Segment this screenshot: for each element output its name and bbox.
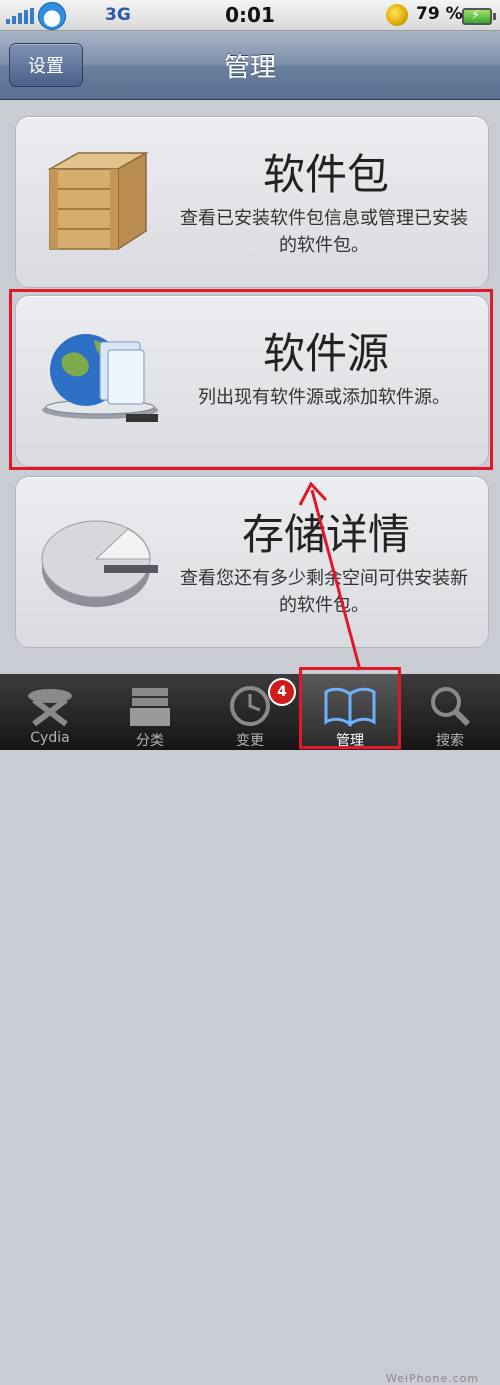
tab-label: 变更: [236, 733, 264, 749]
update-count-badge: 4: [268, 678, 296, 706]
sections-icon: [130, 688, 170, 726]
pie-chart-icon: [41, 520, 158, 607]
tab-search[interactable]: 搜索: [400, 674, 500, 750]
watermark: WeiPhone.com: [386, 1372, 480, 1385]
tab-cydia[interactable]: Cydia: [0, 674, 100, 750]
page-title: 管理: [223, 53, 276, 83]
card-title: 存储详情: [241, 510, 410, 559]
tab-label: 管理: [336, 733, 364, 749]
cydia-icon: [28, 689, 72, 727]
packages-card[interactable]: 软件包 查看已安装软件包信息或管理已安装的软件包。: [15, 116, 489, 288]
battery-icon: ⚡: [462, 8, 496, 25]
battery-percent: 79 %: [416, 4, 463, 24]
tab-label: 分类: [136, 733, 164, 749]
globe-folder-icon: [42, 334, 158, 422]
navigation-bar: 设置 管理: [0, 31, 500, 100]
tab-label: Cydia: [30, 730, 70, 746]
tab-manage[interactable]: 管理: [300, 674, 400, 750]
tab-bar: Cydia 分类 4 变更 管理 搜索 WeiPhone.com: [0, 674, 500, 1385]
wooden-box-icon: [47, 151, 149, 251]
book-icon: [324, 687, 376, 727]
search-icon: [431, 687, 471, 727]
card-description: 查看您还有多少剩余空间可供安装新的软件包。: [180, 568, 468, 616]
card-title: 软件源: [262, 329, 389, 378]
status-bar: 3G 0:01 79 % ⚡: [0, 0, 500, 31]
tab-label: 搜索: [436, 733, 464, 749]
tab-sections[interactable]: 分类: [100, 674, 200, 750]
card-title: 软件包: [262, 150, 389, 199]
card-description: 查看已安装软件包信息或管理已安装的软件包。: [180, 208, 468, 256]
sources-card[interactable]: 软件源 列出现有软件源或添加软件源。: [15, 295, 489, 467]
tab-changes[interactable]: 4 变更: [200, 674, 300, 750]
storage-card[interactable]: 存储详情 查看您还有多少剩余空间可供安装新的软件包。: [15, 476, 489, 648]
app-status-icon: [386, 4, 408, 26]
card-description: 列出现有软件源或添加软件源。: [198, 387, 450, 408]
